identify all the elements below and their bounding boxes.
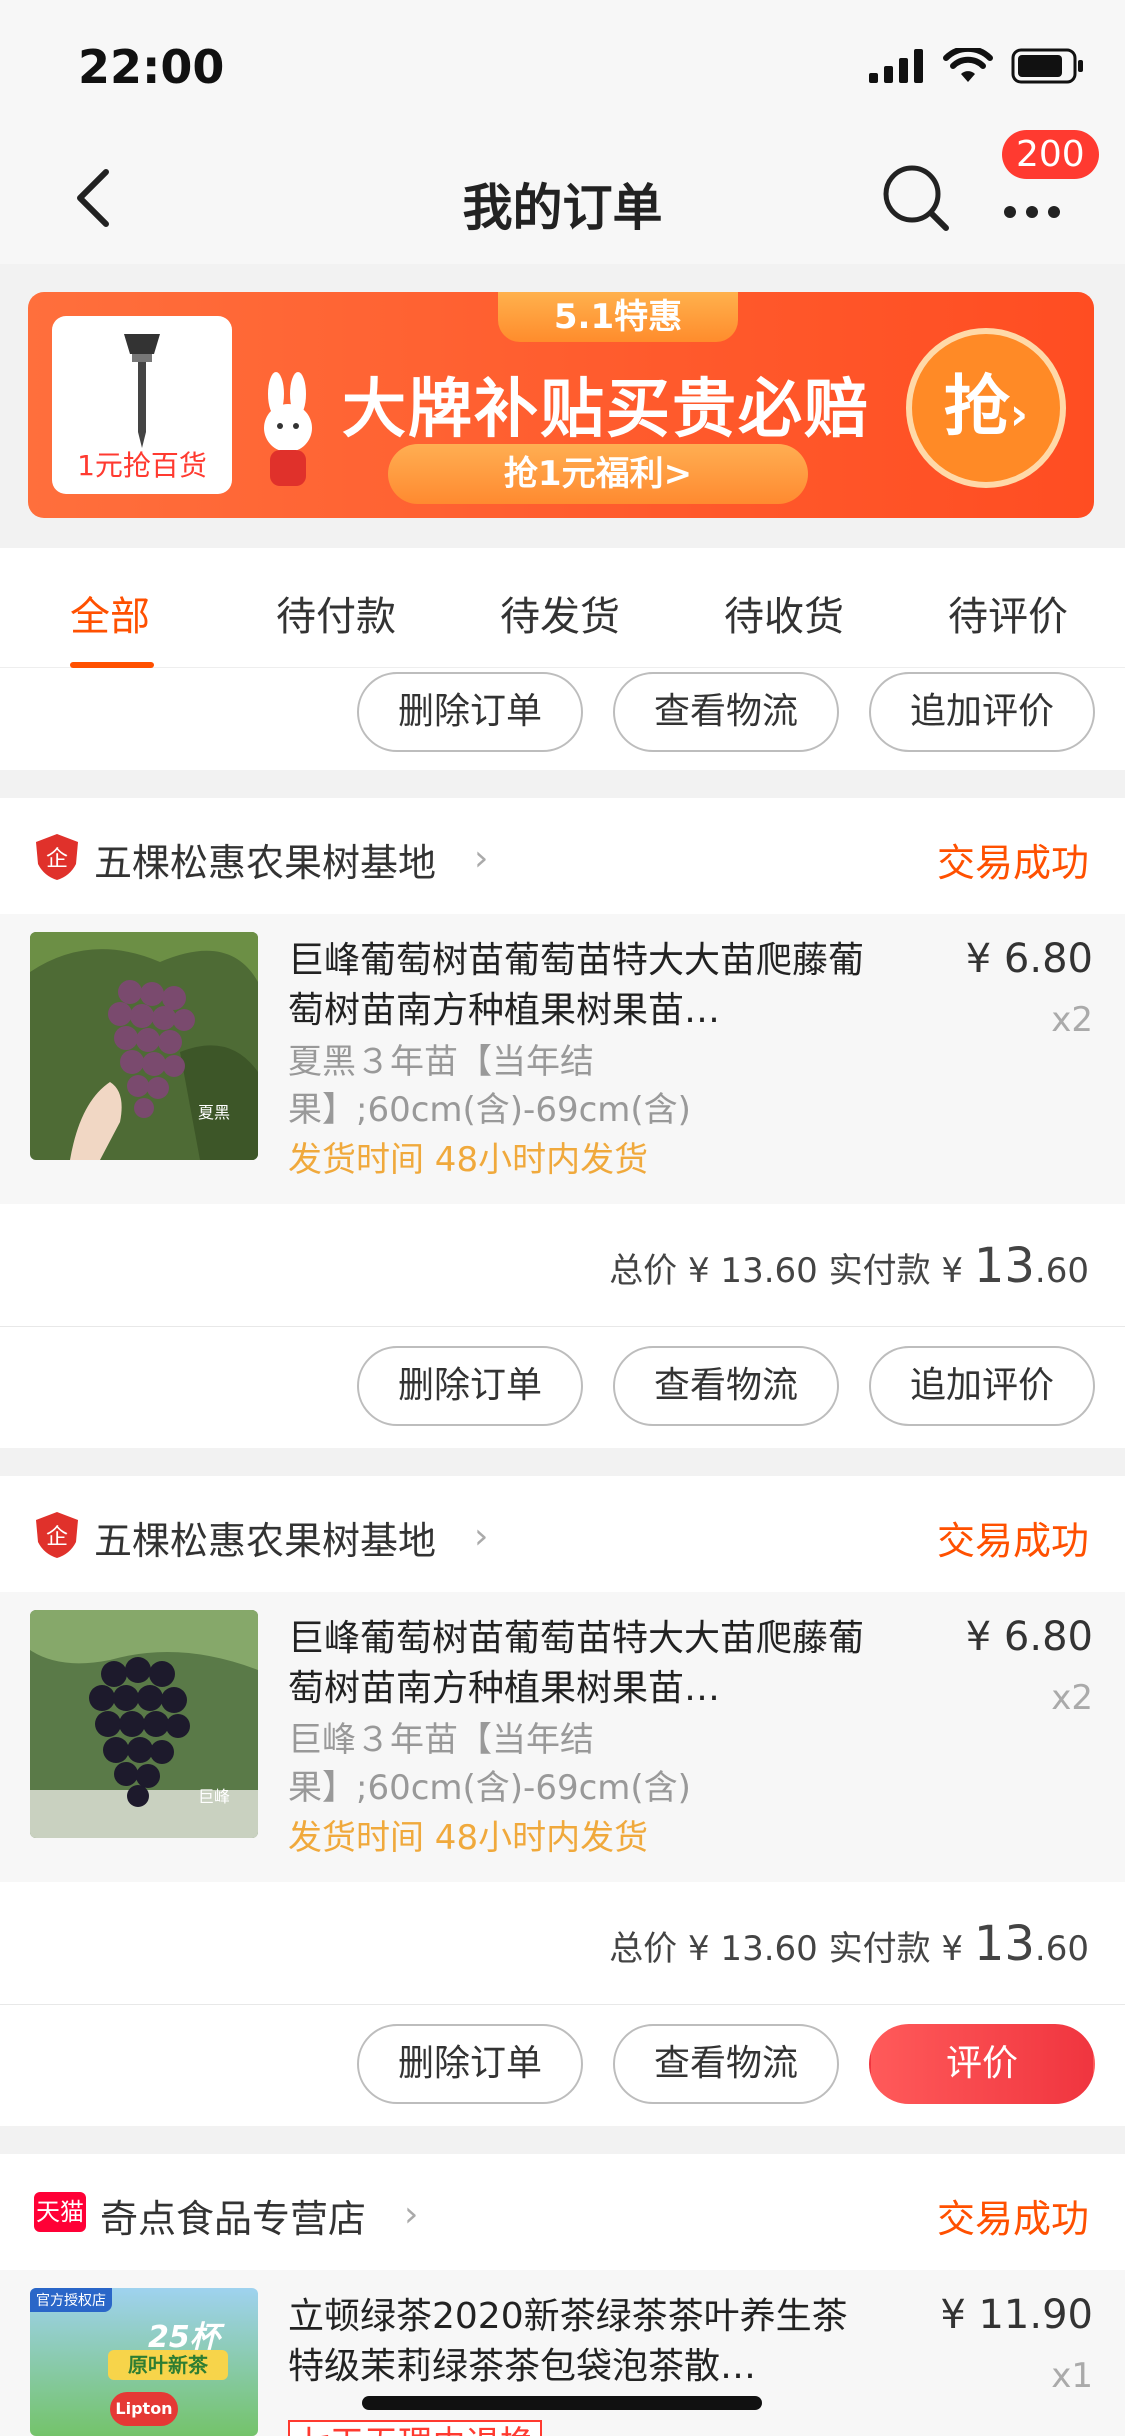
refund-policy-tag: 七天无理由退换 bbox=[288, 2420, 542, 2436]
item-sku: 巨峰３年苗【当年结果】;60cm(含)-69cm(含) bbox=[288, 1720, 691, 1808]
chevron-right-icon: › bbox=[474, 1516, 489, 1557]
item-quantity: x2 bbox=[1051, 1678, 1093, 1718]
order-card: 企 五棵松惠农果树基地 › 交易成功 夏黑 巨峰葡萄树苗葡萄苗特大大苗爬藤葡萄树… bbox=[0, 798, 1125, 1448]
add-review-button[interactable]: 追加评价 bbox=[869, 672, 1095, 752]
tmall-badge: 天猫 bbox=[34, 2192, 86, 2232]
order-total-label: 总价 ¥ 13.60 实付款 ¥ bbox=[609, 1929, 964, 1969]
order-tabs: 全部 待付款 待发货 待收货 待评价 bbox=[0, 548, 1125, 668]
divider bbox=[0, 1326, 1125, 1327]
nav-bar: 我的订单 bbox=[0, 132, 1125, 264]
promo-grab-label: 抢 bbox=[943, 368, 1010, 445]
order-total: 总价 ¥ 13.60 实付款 ¥ 13.60 bbox=[609, 1238, 1089, 1294]
brand-logo: Lipton bbox=[110, 2392, 178, 2426]
item-quantity: x2 bbox=[1051, 1000, 1093, 1040]
battery-icon bbox=[1011, 48, 1083, 84]
shop-name: 五棵松惠农果树基地 bbox=[94, 1519, 437, 1563]
tab-pending-review[interactable]: 待评价 bbox=[948, 584, 1068, 642]
shop-row[interactable]: 企 五棵松惠农果树基地 › 交易成功 bbox=[0, 1476, 1125, 1592]
view-logistics-button[interactable]: 查看物流 bbox=[613, 672, 839, 752]
status-bar: 22:00 bbox=[0, 0, 1125, 132]
tab-all[interactable]: 全部 bbox=[70, 584, 150, 642]
message-count-badge: 200 bbox=[1002, 130, 1099, 179]
paid-amount-integer: 13 bbox=[973, 1238, 1035, 1294]
promo-banner[interactable]: 1元抢百货 5.1特惠 大牌补贴买贵必赔 抢1元福利> 抢› bbox=[28, 292, 1094, 518]
tab-pending-shipment[interactable]: 待发货 bbox=[500, 584, 620, 642]
status-icons bbox=[869, 48, 1085, 84]
promo-sub-button[interactable]: 抢1元福利> bbox=[388, 444, 808, 504]
svg-text:企: 企 bbox=[46, 1525, 68, 1550]
svg-text:夏黑: 夏黑 bbox=[198, 1103, 230, 1122]
add-review-button[interactable]: 追加评价 bbox=[869, 1346, 1095, 1426]
page-title: 我的订单 bbox=[462, 179, 663, 237]
tab-pending-receipt[interactable]: 待收货 bbox=[724, 584, 844, 642]
grape-product-image: 夏黑 bbox=[30, 932, 258, 1160]
item-price: ¥ 6.80 bbox=[965, 936, 1093, 982]
authorized-store-label: 官方授权店 bbox=[30, 2288, 112, 2312]
order-actions: 删除订单 查看物流 评价 bbox=[357, 2024, 1095, 2104]
garden-lamp-image bbox=[124, 334, 160, 448]
review-button[interactable]: 评价 bbox=[869, 2024, 1095, 2104]
paid-amount-integer: 13 bbox=[973, 1916, 1035, 1972]
order-status: 交易成功 bbox=[936, 2197, 1089, 2241]
shop-name: 五棵松惠农果树基地 bbox=[94, 841, 437, 885]
order-status: 交易成功 bbox=[936, 841, 1089, 885]
item-price: ¥ 6.80 bbox=[965, 1614, 1093, 1660]
wifi-icon bbox=[943, 48, 993, 82]
item-quantity: x1 bbox=[1051, 2356, 1093, 2396]
view-logistics-button[interactable]: 查看物流 bbox=[613, 1346, 839, 1426]
promo-grab-button[interactable]: 抢› bbox=[906, 328, 1066, 488]
enterprise-shield-icon: 企 bbox=[36, 834, 78, 880]
item-shipping-time: 发货时间 48小时内发货 bbox=[288, 1140, 649, 1180]
order-item[interactable]: 巨峰 巨峰葡萄树苗葡萄苗特大大苗爬藤葡萄树苗南方种植果树果苗… 巨峰３年苗【当年… bbox=[0, 1592, 1125, 1882]
green-tea-product-image: 官方授权店 25杯 原叶新茶 Lipton bbox=[30, 2288, 258, 2436]
grape-product-image: 巨峰 bbox=[30, 1610, 258, 1838]
paid-amount-decimal: .60 bbox=[1034, 1251, 1089, 1291]
rabbit-mascot-image bbox=[264, 372, 312, 486]
item-title: 巨峰葡萄树苗葡萄苗特大大苗爬藤葡萄树苗南方种植果树果苗… bbox=[288, 1618, 865, 1709]
home-indicator bbox=[362, 2396, 762, 2410]
chevron-right-icon: › bbox=[474, 838, 489, 879]
promo-product-card[interactable]: 1元抢百货 bbox=[52, 316, 232, 494]
order-card: 企 五棵松惠农果树基地 › 交易成功 巨峰 巨峰葡萄树苗葡萄苗特大大苗爬藤葡萄树… bbox=[0, 1476, 1125, 2126]
promo-product-label: 1元抢百货 bbox=[77, 449, 207, 482]
item-shipping-time: 发货时间 48小时内发货 bbox=[288, 1818, 649, 1858]
order-actions: 删除订单 查看物流 追加评价 bbox=[357, 672, 1095, 752]
order-item[interactable]: 夏黑 巨峰葡萄树苗葡萄苗特大大苗爬藤葡萄树苗南方种植果树果苗… 夏黑３年苗【当年… bbox=[0, 914, 1125, 1204]
item-price: ¥ 11.90 bbox=[940, 2292, 1093, 2338]
shop-row[interactable]: 天猫 奇点食品专营店 › 交易成功 bbox=[0, 2154, 1125, 2270]
paid-amount-decimal: .60 bbox=[1034, 1929, 1089, 1969]
delete-order-button[interactable]: 删除订单 bbox=[357, 2024, 583, 2104]
delete-order-button[interactable]: 删除订单 bbox=[357, 1346, 583, 1426]
more-icon[interactable] bbox=[1000, 182, 1070, 222]
order-actions: 删除订单 查看物流 追加评价 bbox=[357, 1346, 1095, 1426]
order-card: 天猫 奇点食品专营店 › 交易成功 官方授权店 25杯 原叶新茶 Lipton … bbox=[0, 2154, 1125, 2436]
item-sku: 夏黑３年苗【当年结果】;60cm(含)-69cm(含) bbox=[288, 1042, 691, 1130]
order-item[interactable]: 官方授权店 25杯 原叶新茶 Lipton 立顿绿茶2020新茶绿茶茶叶养生茶特… bbox=[0, 2270, 1125, 2436]
svg-text:巨峰: 巨峰 bbox=[198, 1787, 230, 1806]
item-title: 巨峰葡萄树苗葡萄苗特大大苗爬藤葡萄树苗南方种植果树果苗… bbox=[288, 940, 865, 1031]
order-total: 总价 ¥ 13.60 实付款 ¥ 13.60 bbox=[609, 1916, 1089, 1972]
promo-ribbon: 5.1特惠 bbox=[498, 292, 738, 342]
view-logistics-button[interactable]: 查看物流 bbox=[613, 2024, 839, 2104]
order-status: 交易成功 bbox=[936, 1519, 1089, 1563]
search-icon[interactable] bbox=[880, 162, 952, 234]
divider bbox=[0, 2004, 1125, 2005]
order-card-partial: 删除订单 查看物流 追加评价 bbox=[0, 668, 1125, 770]
svg-text:企: 企 bbox=[46, 847, 68, 872]
shop-row[interactable]: 企 五棵松惠农果树基地 › 交易成功 bbox=[0, 798, 1125, 914]
item-title: 立顿绿茶2020新茶绿茶茶叶养生茶特级茉莉绿茶茶包袋泡茶散… bbox=[288, 2296, 848, 2387]
promo-headline: 大牌补贴买贵必赔 bbox=[342, 373, 870, 447]
enterprise-shield-icon: 企 bbox=[36, 1512, 78, 1558]
tab-pending-payment[interactable]: 待付款 bbox=[276, 584, 396, 642]
shop-name: 奇点食品专营店 bbox=[100, 2197, 367, 2241]
status-time: 22:00 bbox=[78, 40, 225, 94]
chevron-right-icon: › bbox=[404, 2194, 419, 2235]
signal-icon bbox=[869, 49, 923, 83]
fresh-leaf-label: 原叶新茶 bbox=[108, 2350, 228, 2380]
order-total-label: 总价 ¥ 13.60 实付款 ¥ bbox=[609, 1251, 964, 1291]
delete-order-button[interactable]: 删除订单 bbox=[357, 672, 583, 752]
